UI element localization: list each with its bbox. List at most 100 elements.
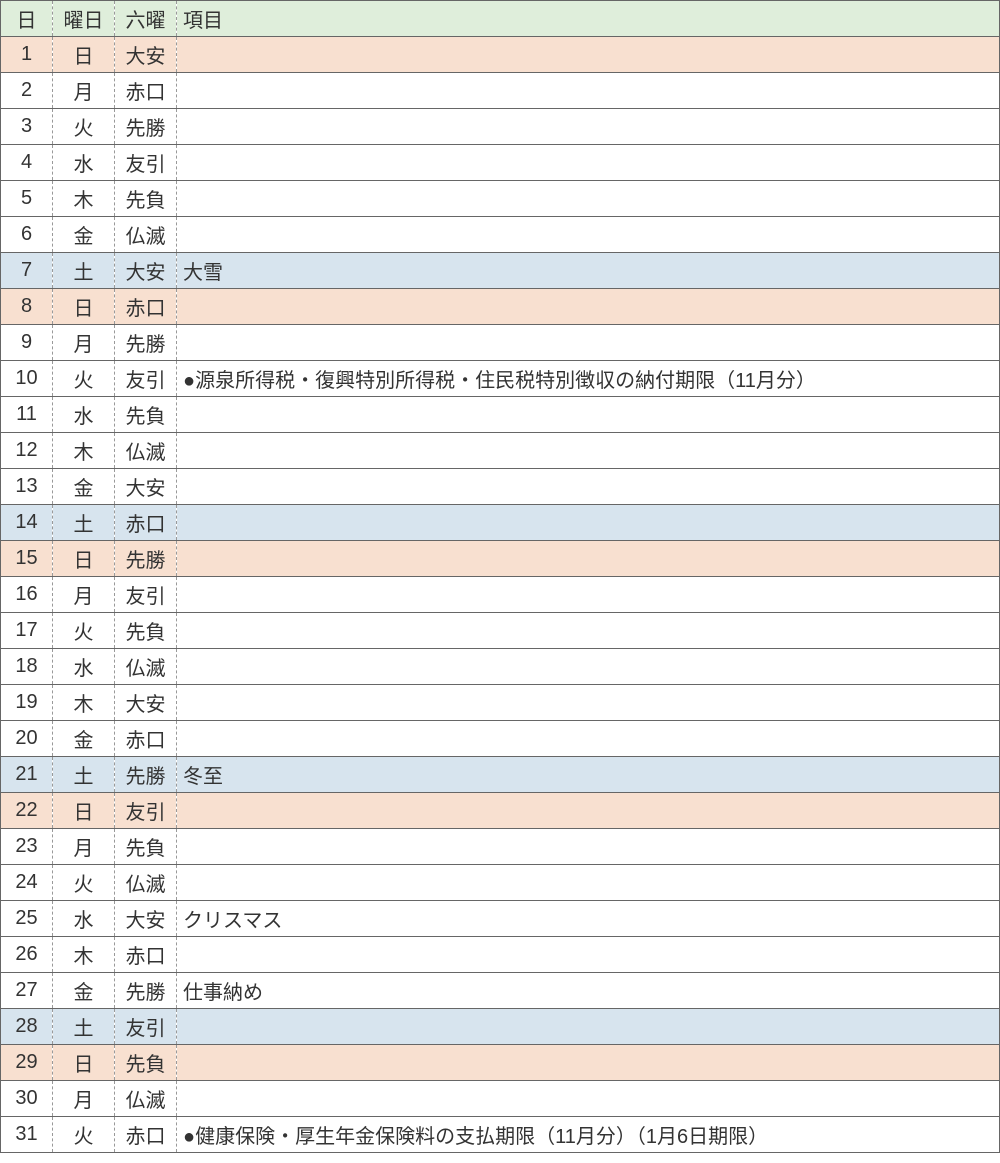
cell-wday: 日 — [53, 289, 115, 325]
cell-item — [177, 217, 1000, 253]
cell-roku: 大安 — [115, 469, 177, 505]
cell-roku: 仏滅 — [115, 865, 177, 901]
cell-day: 31 — [1, 1117, 53, 1153]
cell-day: 19 — [1, 685, 53, 721]
cell-wday: 火 — [53, 109, 115, 145]
cell-item: 大雪 — [177, 253, 1000, 289]
cell-wday: 金 — [53, 721, 115, 757]
cell-wday: 木 — [53, 433, 115, 469]
cell-day: 24 — [1, 865, 53, 901]
cell-wday: 月 — [53, 325, 115, 361]
header-wday: 曜日 — [53, 1, 115, 37]
cell-day: 8 — [1, 289, 53, 325]
table-row: 17火先負 — [1, 613, 1000, 649]
table-row: 7土大安大雪 — [1, 253, 1000, 289]
cell-day: 2 — [1, 73, 53, 109]
cell-roku: 先勝 — [115, 109, 177, 145]
cell-day: 26 — [1, 937, 53, 973]
cell-wday: 木 — [53, 937, 115, 973]
cell-roku: 先負 — [115, 181, 177, 217]
cell-day: 28 — [1, 1009, 53, 1045]
cell-wday: 月 — [53, 829, 115, 865]
table-row: 26木赤口 — [1, 937, 1000, 973]
cell-roku: 友引 — [115, 145, 177, 181]
cell-day: 5 — [1, 181, 53, 217]
table-row: 29日先負 — [1, 1045, 1000, 1081]
table-row: 10火友引●源泉所得税・復興特別所得税・住民税特別徴収の納付期限（11月分） — [1, 361, 1000, 397]
cell-item: 冬至 — [177, 757, 1000, 793]
table-row: 22日友引 — [1, 793, 1000, 829]
cell-roku: 仏滅 — [115, 433, 177, 469]
cell-day: 9 — [1, 325, 53, 361]
cell-wday: 水 — [53, 397, 115, 433]
cell-wday: 水 — [53, 901, 115, 937]
cell-item — [177, 73, 1000, 109]
table-row: 24火仏滅 — [1, 865, 1000, 901]
table-row: 30月仏滅 — [1, 1081, 1000, 1117]
cell-item — [177, 469, 1000, 505]
cell-item — [177, 685, 1000, 721]
header-item: 項目 — [177, 1, 1000, 37]
cell-wday: 火 — [53, 1117, 115, 1153]
cell-wday: 火 — [53, 865, 115, 901]
cell-roku: 大安 — [115, 253, 177, 289]
cell-roku: 先勝 — [115, 325, 177, 361]
cell-item — [177, 829, 1000, 865]
table-row: 19木大安 — [1, 685, 1000, 721]
cell-item — [177, 865, 1000, 901]
cell-item — [177, 397, 1000, 433]
cell-wday: 日 — [53, 793, 115, 829]
table-row: 9月先勝 — [1, 325, 1000, 361]
table-row: 23月先負 — [1, 829, 1000, 865]
cell-roku: 先勝 — [115, 541, 177, 577]
cell-day: 14 — [1, 505, 53, 541]
cell-item: ●源泉所得税・復興特別所得税・住民税特別徴収の納付期限（11月分） — [177, 361, 1000, 397]
cell-roku: 大安 — [115, 37, 177, 73]
cell-wday: 日 — [53, 541, 115, 577]
cell-day: 20 — [1, 721, 53, 757]
cell-wday: 木 — [53, 181, 115, 217]
cell-wday: 水 — [53, 649, 115, 685]
cell-day: 7 — [1, 253, 53, 289]
cell-wday: 土 — [53, 1009, 115, 1045]
cell-day: 30 — [1, 1081, 53, 1117]
cell-item — [177, 289, 1000, 325]
cell-wday: 金 — [53, 469, 115, 505]
table-row: 5木先負 — [1, 181, 1000, 217]
header-roku: 六曜 — [115, 1, 177, 37]
cell-item — [177, 577, 1000, 613]
cell-day: 27 — [1, 973, 53, 1009]
cell-wday: 水 — [53, 145, 115, 181]
cell-roku: 赤口 — [115, 1117, 177, 1153]
cell-roku: 先勝 — [115, 757, 177, 793]
table-row: 28土友引 — [1, 1009, 1000, 1045]
cell-roku: 仏滅 — [115, 217, 177, 253]
table-row: 13金大安 — [1, 469, 1000, 505]
cell-item — [177, 1009, 1000, 1045]
cell-item — [177, 541, 1000, 577]
cell-roku: 先負 — [115, 1045, 177, 1081]
cell-wday: 土 — [53, 253, 115, 289]
table-body: 1日大安2月赤口3火先勝4水友引5木先負6金仏滅7土大安大雪8日赤口9月先勝10… — [1, 37, 1000, 1153]
cell-roku: 友引 — [115, 577, 177, 613]
cell-wday: 月 — [53, 73, 115, 109]
cell-roku: 赤口 — [115, 721, 177, 757]
cell-day: 18 — [1, 649, 53, 685]
table-row: 1日大安 — [1, 37, 1000, 73]
cell-day: 13 — [1, 469, 53, 505]
cell-wday: 木 — [53, 685, 115, 721]
cell-item — [177, 505, 1000, 541]
cell-day: 22 — [1, 793, 53, 829]
cell-day: 3 — [1, 109, 53, 145]
cell-roku: 先勝 — [115, 973, 177, 1009]
cell-day: 17 — [1, 613, 53, 649]
cell-wday: 金 — [53, 217, 115, 253]
cell-roku: 友引 — [115, 793, 177, 829]
header-row: 日 曜日 六曜 項目 — [1, 1, 1000, 37]
table-row: 25水大安クリスマス — [1, 901, 1000, 937]
table-row: 31火赤口●健康保険・厚生年金保険料の支払期限（11月分）（1月6日期限） — [1, 1117, 1000, 1153]
cell-day: 4 — [1, 145, 53, 181]
cell-day: 29 — [1, 1045, 53, 1081]
cell-roku: 赤口 — [115, 937, 177, 973]
cell-wday: 月 — [53, 577, 115, 613]
